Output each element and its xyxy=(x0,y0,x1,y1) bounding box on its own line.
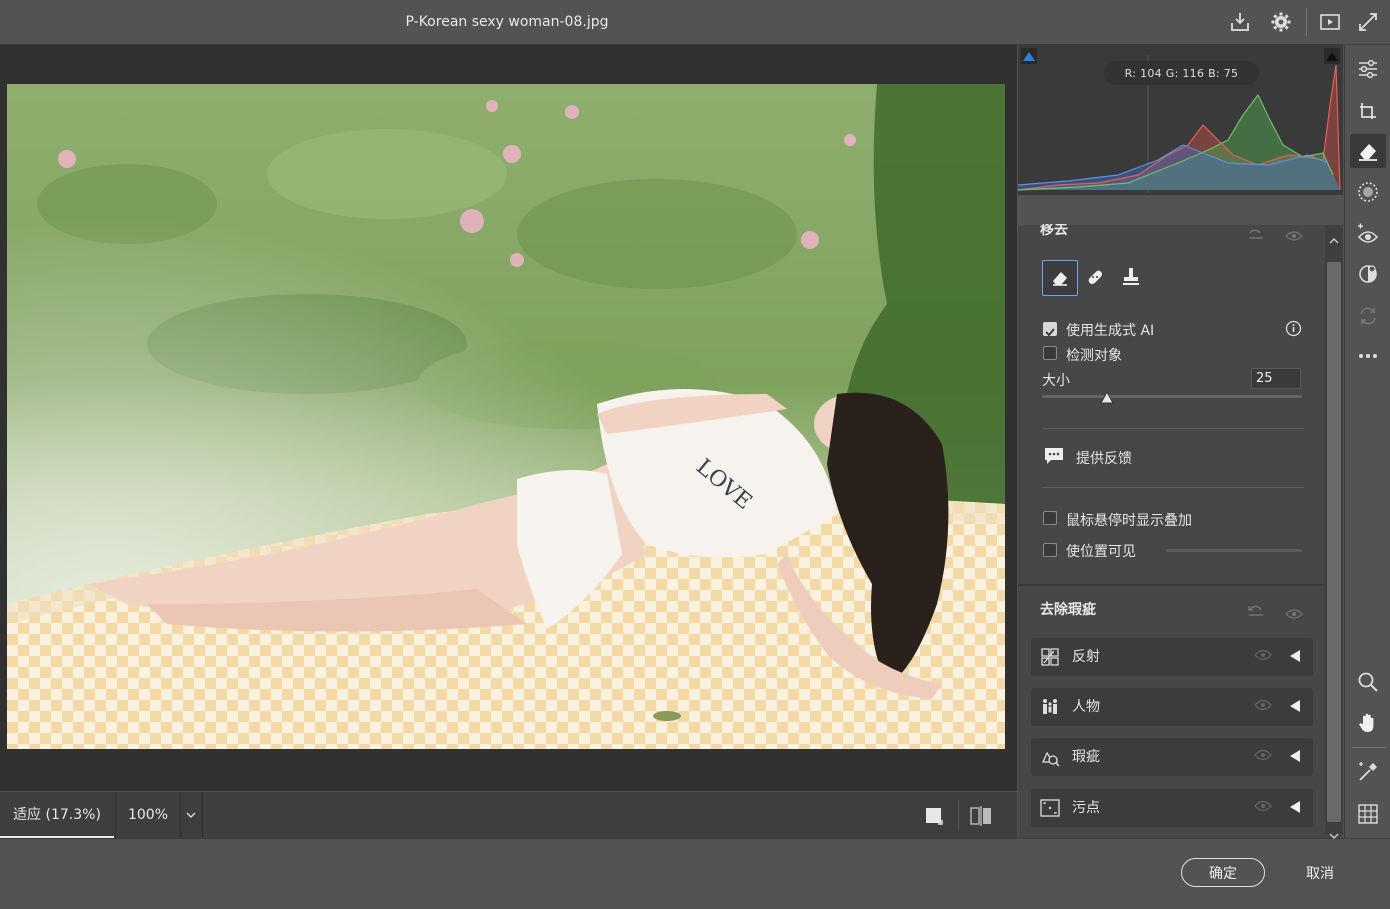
toolbar-divider xyxy=(1352,747,1386,748)
detect-objects-label: 检测对象 xyxy=(1066,348,1122,364)
reflection-label: 反射 xyxy=(1072,649,1100,665)
clone-tool-button[interactable] xyxy=(1114,260,1148,294)
section-separator xyxy=(1018,584,1325,586)
shadow-clipping-icon[interactable] xyxy=(1021,48,1037,64)
heal-tool-button[interactable] xyxy=(1078,260,1112,294)
size-slider-track[interactable] xyxy=(1042,395,1302,398)
reflection-row[interactable]: 反射 xyxy=(1031,638,1313,676)
visibility-icon[interactable] xyxy=(1254,699,1272,711)
distraction-row[interactable]: 瑕疵 xyxy=(1031,738,1313,776)
visibility-icon[interactable] xyxy=(1285,604,1303,623)
titlebar-divider xyxy=(1306,8,1307,36)
detect-objects-checkbox[interactable] xyxy=(1043,346,1057,360)
visualize-spots-label: 使位置可见 xyxy=(1066,544,1136,560)
size-slider-thumb[interactable] xyxy=(1100,390,1114,409)
show-overlay-checkbox[interactable] xyxy=(1043,511,1057,525)
visibility-icon[interactable] xyxy=(1254,749,1272,761)
presets-icon[interactable] xyxy=(1354,260,1382,288)
stamp-icon xyxy=(1123,268,1139,285)
scrollbar-thumb[interactable] xyxy=(1327,262,1341,822)
show-overlay-label: 鼠标悬停时显示叠加 xyxy=(1066,513,1192,529)
zoom-fit-button[interactable]: 适应 (17.3%) xyxy=(0,792,114,838)
use-generative-ai-label: 使用生成式 AI xyxy=(1066,323,1155,339)
people-row[interactable]: 人物 xyxy=(1031,688,1313,726)
people-icon xyxy=(1043,699,1057,714)
size-input[interactable]: 25 xyxy=(1251,368,1301,389)
scroll-down-icon[interactable] xyxy=(1329,825,1339,844)
eraser-icon[interactable] xyxy=(1354,137,1382,165)
highlight-clipping-icon[interactable] xyxy=(1324,48,1340,64)
gear-icon[interactable] xyxy=(1267,8,1295,36)
eraser-icon xyxy=(1053,272,1067,286)
feedback-link[interactable]: 提供反馈 xyxy=(1076,448,1132,468)
expand-triangle-icon[interactable] xyxy=(1290,650,1300,662)
visibility-icon[interactable] xyxy=(1254,800,1272,812)
visibility-icon[interactable] xyxy=(1254,649,1272,661)
checkmark-icon xyxy=(1045,328,1055,337)
zoom-icon[interactable] xyxy=(1354,668,1382,696)
edit-sliders-icon[interactable] xyxy=(1354,55,1382,83)
eyedropper-icon[interactable] xyxy=(1354,758,1382,786)
expand-triangle-icon[interactable] xyxy=(1290,700,1300,712)
before-after-view-icon[interactable] xyxy=(969,805,993,827)
reset-icon[interactable] xyxy=(1246,602,1266,621)
single-view-icon[interactable] xyxy=(924,806,946,826)
scroll-up-icon[interactable] xyxy=(1329,229,1339,248)
chevron-down-icon xyxy=(186,812,196,818)
dust-label: 污点 xyxy=(1072,800,1100,816)
visibility-icon[interactable] xyxy=(1285,226,1303,245)
reflection-icon xyxy=(1041,648,1059,666)
crop-icon[interactable] xyxy=(1354,97,1382,125)
distraction-section-title: 去除瑕疵 xyxy=(1040,602,1096,618)
remove-section-title: 移去 xyxy=(1040,224,1068,238)
feedback-icon[interactable] xyxy=(1043,446,1065,470)
hand-icon[interactable] xyxy=(1354,709,1382,737)
bandage-icon xyxy=(1088,270,1103,285)
divider xyxy=(1042,487,1304,488)
photo-preview[interactable]: LOVE xyxy=(7,84,1005,749)
info-icon[interactable] xyxy=(1285,320,1302,341)
visualize-spots-checkbox[interactable] xyxy=(1043,543,1057,557)
visualize-spots-slider[interactable] xyxy=(1166,549,1302,552)
distraction-label: 瑕疵 xyxy=(1072,749,1100,765)
cancel-button[interactable]: 取消 xyxy=(1290,858,1350,887)
people-label: 人物 xyxy=(1072,699,1100,715)
grid-icon[interactable] xyxy=(1354,800,1382,828)
expand-triangle-icon[interactable] xyxy=(1290,801,1300,813)
fullscreen-icon[interactable] xyxy=(1354,8,1382,36)
dust-icon xyxy=(1040,799,1060,817)
rgb-readout: R: 104 G: 116 B: 75 xyxy=(1104,61,1259,85)
size-label: 大小 xyxy=(1042,373,1070,389)
expand-triangle-icon[interactable] xyxy=(1290,750,1300,762)
zoom-100-button[interactable]: 100% xyxy=(115,792,181,838)
window-title: P-Korean sexy woman-08.jpg xyxy=(405,14,609,30)
distraction-icon xyxy=(1041,751,1060,767)
remove-tool-button[interactable] xyxy=(1042,260,1078,296)
statusbar-divider xyxy=(958,800,959,830)
ok-button[interactable]: 确定 xyxy=(1181,858,1265,887)
divider xyxy=(1042,428,1304,429)
zoom-dropdown[interactable] xyxy=(180,792,203,838)
mask-icon[interactable] xyxy=(1354,178,1382,206)
more-icon[interactable] xyxy=(1354,342,1382,370)
red-eye-icon[interactable] xyxy=(1354,220,1382,248)
slideshow-icon[interactable] xyxy=(1316,8,1344,36)
sync-icon xyxy=(1354,302,1382,330)
save-icon[interactable] xyxy=(1226,8,1254,36)
dust-row[interactable]: 污点 xyxy=(1031,789,1313,827)
use-generative-ai-checkbox[interactable] xyxy=(1043,322,1057,337)
panel-gap xyxy=(1018,195,1343,225)
reset-icon[interactable] xyxy=(1246,226,1266,245)
